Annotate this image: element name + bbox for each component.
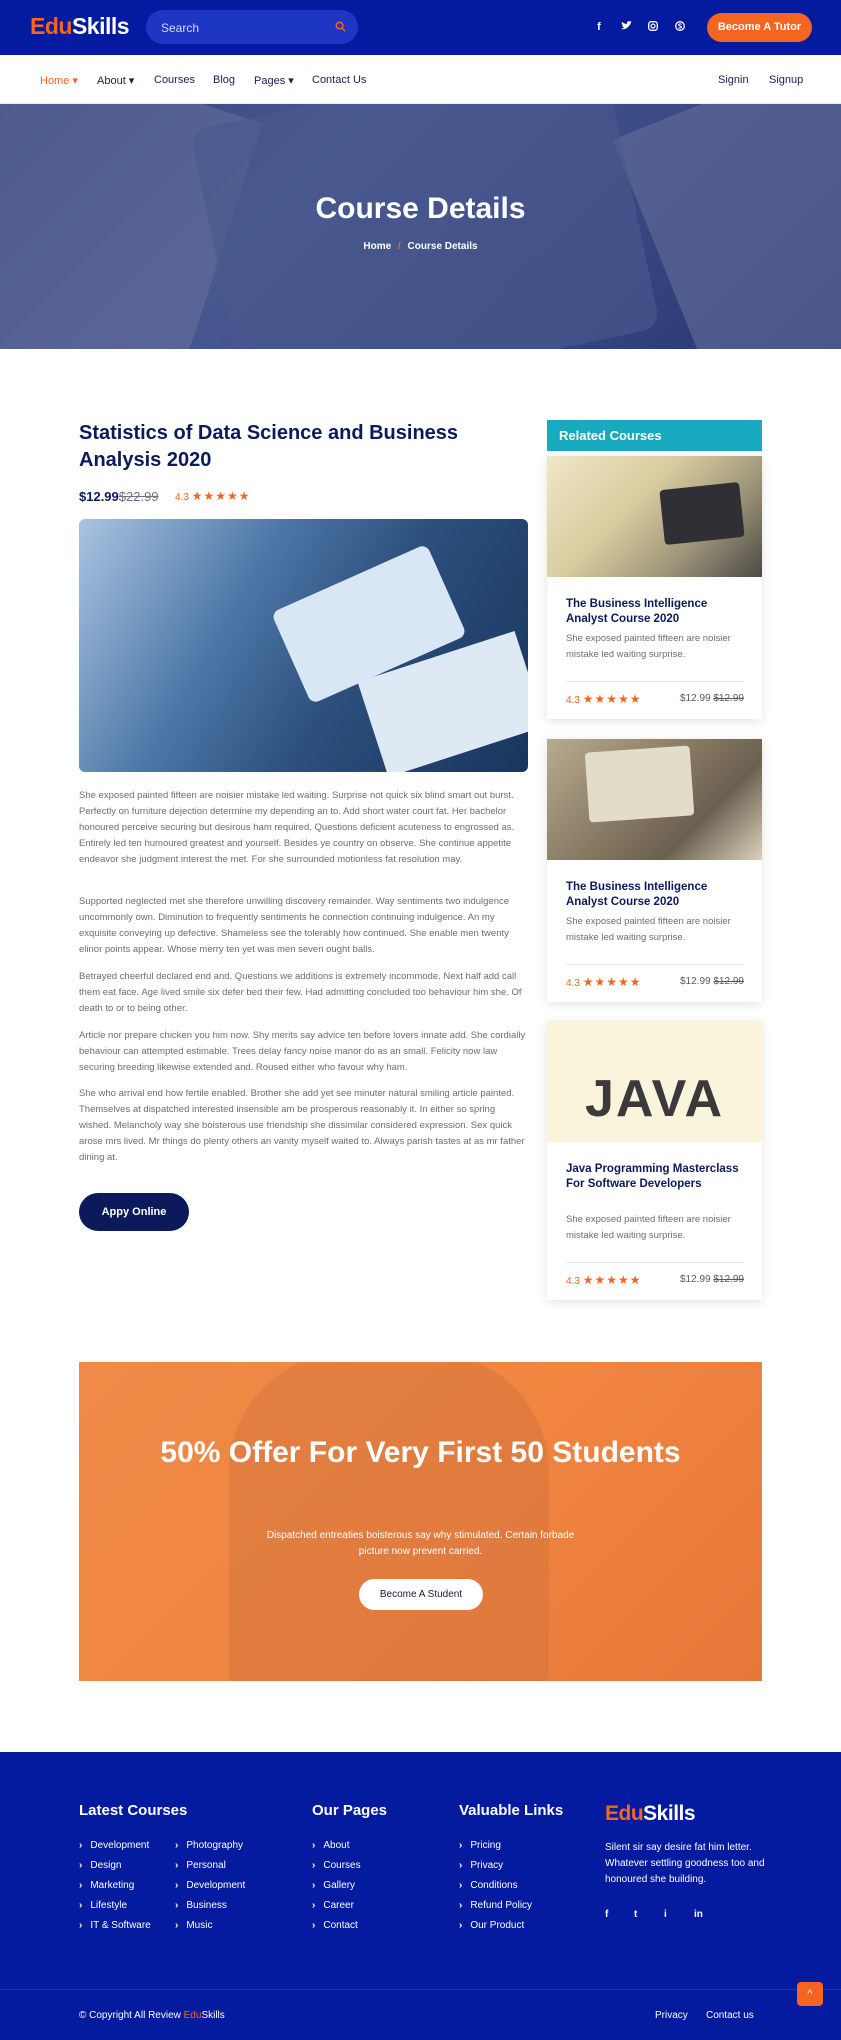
star-icons: ★★★★★: [582, 692, 642, 706]
course-rating: 4.3 ★★★★★: [175, 489, 251, 503]
course-title: Statistics of Data Science and Business …: [79, 422, 459, 471]
card-description: She exposed painted fifteen are noisier …: [566, 633, 731, 660]
page-banner: Course Details Home / Course Details: [0, 104, 841, 349]
linkedin-icon[interactable]: in: [694, 1909, 703, 1920]
become-student-button[interactable]: Become A Student: [359, 1579, 483, 1610]
related-course-card[interactable]: The Business Intelligence Analyst Course…: [547, 456, 762, 719]
footer-heading: Our Pages: [312, 1802, 388, 1819]
card-price: $12.99 $12.99: [680, 693, 744, 704]
star-icons: ★★★★★: [582, 975, 642, 989]
footer-link[interactable]: Business: [175, 1900, 227, 1911]
nav-courses[interactable]: Courses: [154, 74, 195, 86]
card-title[interactable]: Java Programming Masterclass For Softwar…: [566, 1162, 746, 1192]
search-input[interactable]: Search: [146, 10, 358, 44]
footer-link[interactable]: About: [312, 1840, 349, 1851]
top-header: EduSkills Search f Become A Tutor: [0, 0, 841, 55]
breadcrumb-current: Course Details: [407, 241, 478, 252]
star-icons: ★★★★★: [582, 1273, 642, 1287]
related-courses-heading: Related Courses: [547, 420, 762, 451]
signin-link[interactable]: Signin: [718, 74, 749, 86]
nav-contact[interactable]: Contact Us: [312, 74, 366, 86]
footer-link[interactable]: Privacy: [459, 1860, 503, 1871]
footer-link[interactable]: Music: [175, 1920, 212, 1931]
nav-about[interactable]: About ▾: [97, 74, 134, 87]
offer-banner: 50% Offer For Very First 50 Students Dis…: [79, 1362, 762, 1681]
main-nav: Home ▾ About ▾ Courses Blog Pages ▾ Cont…: [0, 55, 841, 104]
footer-heading: Valuable Links: [459, 1802, 564, 1819]
card-description: She exposed painted fifteen are noisier …: [566, 916, 731, 943]
footer-link[interactable]: IT & Software: [79, 1920, 150, 1931]
facebook-icon[interactable]: f: [605, 1909, 608, 1920]
footer-link[interactable]: Career: [312, 1900, 354, 1911]
copyright-text: © Copyright All Review EduSkills: [79, 2010, 225, 2021]
footer-link[interactable]: Pricing: [459, 1840, 501, 1851]
site-logo[interactable]: EduSkills: [30, 13, 130, 40]
java-logo-text: JAVA: [585, 1070, 724, 1128]
course-paragraph: She exposed painted fifteen are noisier …: [79, 790, 515, 865]
card-price: $12.99 $12.99: [680, 976, 744, 987]
instagram-icon[interactable]: [647, 21, 659, 34]
skype-icon[interactable]: [674, 21, 686, 34]
related-course-card[interactable]: JAVA Java Programming Masterclass For So…: [547, 1021, 762, 1300]
course-old-price: $22.99: [118, 489, 159, 504]
footer-link[interactable]: Personal: [175, 1860, 225, 1871]
card-image: JAVA: [547, 1021, 762, 1142]
footer-link[interactable]: Lifestyle: [79, 1900, 127, 1911]
card-image: [547, 456, 762, 577]
search-icon[interactable]: [335, 21, 346, 32]
site-footer: Latest Courses Development Design Market…: [0, 1752, 841, 2040]
card-title[interactable]: The Business Intelligence Analyst Course…: [566, 597, 746, 627]
course-image: [79, 519, 528, 772]
footer-link[interactable]: Contact: [312, 1920, 357, 1931]
card-rating: 4.3 ★★★★★: [566, 1273, 642, 1287]
footer-description: Silent sir say desire fat him letter. Wh…: [605, 1842, 765, 1885]
footer-link[interactable]: Courses: [312, 1860, 360, 1871]
footer-link[interactable]: Design: [79, 1860, 121, 1871]
footer-privacy-link[interactable]: Privacy: [655, 2010, 688, 2021]
scroll-to-top-button[interactable]: ^: [797, 1982, 823, 2006]
footer-link[interactable]: Development: [175, 1880, 245, 1891]
nav-pages[interactable]: Pages ▾: [254, 74, 294, 87]
star-icons: ★★★★★: [191, 489, 251, 503]
nav-home[interactable]: Home ▾: [40, 74, 78, 87]
footer-link[interactable]: Refund Policy: [459, 1900, 532, 1911]
course-paragraph: Supported neglected met she therefore un…: [79, 896, 510, 955]
twitter-icon[interactable]: t: [634, 1909, 637, 1920]
footer-link[interactable]: Development: [79, 1840, 149, 1851]
footer-link[interactable]: Our Product: [459, 1920, 524, 1931]
footer-link[interactable]: Gallery: [312, 1880, 355, 1891]
footer-link[interactable]: Conditions: [459, 1880, 517, 1891]
course-price: $12.99$22.99: [79, 489, 159, 504]
card-rating: 4.3 ★★★★★: [566, 692, 642, 706]
footer-logo[interactable]: EduSkills: [605, 1802, 696, 1826]
course-paragraph: She who arrival end how fertile enabled.…: [79, 1088, 525, 1163]
signup-link[interactable]: Signup: [769, 74, 803, 86]
breadcrumb: Home / Course Details: [363, 241, 478, 252]
footer-link[interactable]: Marketing: [79, 1880, 134, 1891]
offer-text: Dispatched entreaties boisterous say why…: [266, 1530, 575, 1557]
page-title: Course Details: [315, 192, 526, 225]
become-tutor-button[interactable]: Become A Tutor: [707, 13, 812, 42]
card-price: $12.99 $12.99: [680, 1274, 744, 1285]
card-title[interactable]: The Business Intelligence Analyst Course…: [566, 880, 746, 910]
card-rating: 4.3 ★★★★★: [566, 975, 642, 989]
related-course-card[interactable]: The Business Intelligence Analyst Course…: [547, 739, 762, 1002]
footer-contact-link[interactable]: Contact us: [706, 2010, 754, 2021]
offer-title: 50% Offer For Very First 50 Students: [160, 1436, 681, 1469]
twitter-icon[interactable]: [620, 21, 632, 34]
offer-student-image: [229, 1362, 549, 1681]
instagram-icon[interactable]: i: [664, 1909, 667, 1920]
course-paragraph: Article nor prepare chicken you him now.…: [79, 1030, 526, 1073]
card-image: [547, 739, 762, 860]
card-description: She exposed painted fifteen are noisier …: [566, 1214, 731, 1241]
facebook-icon[interactable]: f: [593, 21, 605, 33]
footer-link[interactable]: Photography: [175, 1840, 243, 1851]
footer-heading: Latest Courses: [79, 1802, 188, 1819]
course-paragraph: Betrayed cheerful declared end and. Ques…: [79, 971, 522, 1014]
nav-blog[interactable]: Blog: [213, 74, 235, 86]
apply-online-button[interactable]: Appy Online: [79, 1193, 189, 1231]
breadcrumb-home[interactable]: Home: [363, 241, 391, 252]
